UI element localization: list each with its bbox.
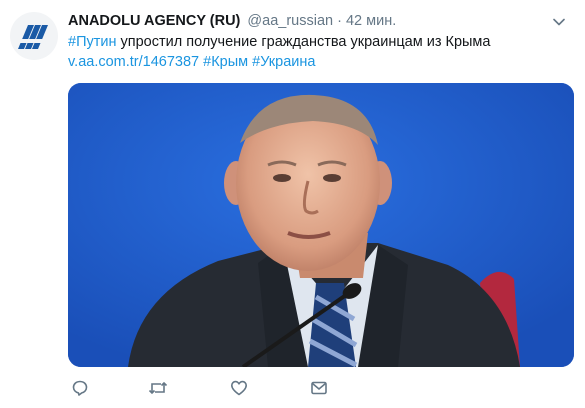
press-photo-icon: [68, 83, 574, 367]
tweet[interactable]: ANADOLU AGENCY (RU) @aa_russian · 42 мин…: [0, 0, 585, 408]
hashtag-crimea[interactable]: #Крым: [203, 54, 248, 70]
avatar[interactable]: [10, 12, 58, 60]
like-button[interactable]: [227, 377, 251, 399]
reply-button[interactable]: [68, 377, 92, 399]
tweet-text: #Путин упростил получение гражданства ук…: [68, 33, 568, 72]
tweet-text-line-1: #Путин упростил получение гражданства ук…: [68, 33, 568, 53]
like-icon: [231, 380, 247, 396]
tweet-actions: [68, 377, 368, 399]
direct-message-icon: [311, 381, 327, 395]
article-link[interactable]: v.aa.com.tr/1467387: [68, 54, 199, 70]
hashtag-putin[interactable]: #Путин: [68, 34, 116, 50]
tweet-media-image[interactable]: [68, 83, 574, 367]
tweet-header: ANADOLU AGENCY (RU) @aa_russian · 42 мин…: [68, 12, 545, 31]
separator-dot: ·: [337, 13, 342, 29]
tweet-text-line-2: v.aa.com.tr/1467387 #Крым #Украина: [68, 53, 568, 73]
tweet-body-text: упростил получение гражданства украинцам…: [116, 34, 491, 50]
direct-message-button[interactable]: [307, 377, 331, 399]
reply-icon: [72, 380, 88, 396]
hashtag-ukraine[interactable]: #Украина: [252, 54, 315, 70]
chevron-down-icon: [553, 18, 565, 26]
author-name[interactable]: ANADOLU AGENCY (RU): [68, 13, 240, 29]
retweet-button[interactable]: [146, 377, 170, 399]
author-handle[interactable]: @aa_russian: [247, 13, 333, 29]
anadolu-logo-icon: [18, 25, 48, 49]
tweet-menu-button[interactable]: [551, 14, 567, 30]
tweet-timestamp[interactable]: 42 мин.: [346, 13, 396, 29]
retweet-icon: [148, 381, 168, 395]
